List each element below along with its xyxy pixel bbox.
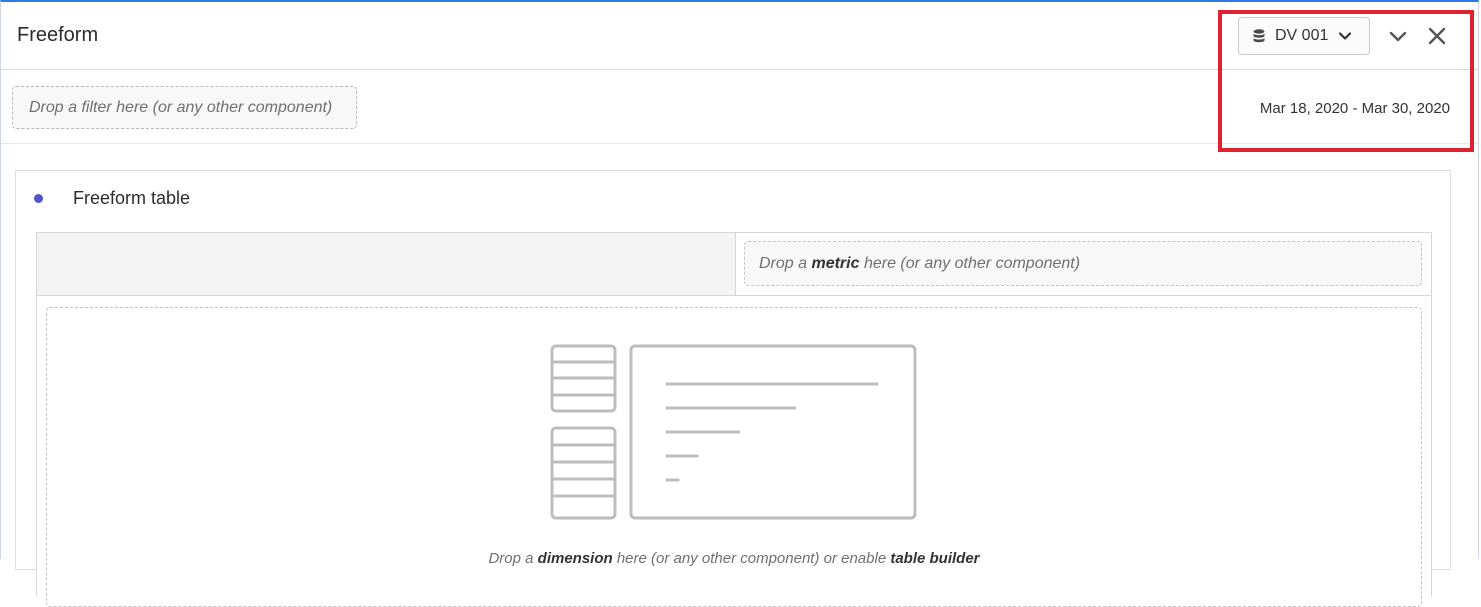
filter-drop-zone[interactable]: Drop a filter here (or any other compone… (12, 86, 357, 129)
metric-drop-zone[interactable]: Drop a metric here (or any other compone… (744, 241, 1422, 286)
close-icon[interactable] (1427, 26, 1447, 46)
freeform-table-visualization: Freeform table Drop a metric here (or an… (15, 170, 1451, 607)
chevron-down-icon (1338, 31, 1352, 41)
panel-header: Freeform DV 001 (1, 2, 1478, 70)
metric-column-area: Drop a metric here (or any other compone… (736, 233, 1431, 295)
panel-title: Freeform (17, 24, 99, 46)
table-body: Drop a dimension here (or any other comp… (36, 296, 1432, 607)
freeform-panel: Freeform DV 001 Drop a filter here (or a… (0, 0, 1479, 607)
panel-filter-row: Drop a filter here (or any other compone… (1, 70, 1478, 144)
data-view-label: DV 001 (1275, 27, 1329, 44)
metric-drop-suffix: here (or any other component) (859, 254, 1081, 272)
visualization-status-dot (34, 194, 43, 203)
database-icon (1253, 29, 1265, 43)
collapse-chevron-down-icon[interactable] (1388, 26, 1408, 46)
metric-drop-prefix: Drop a (759, 254, 812, 272)
metric-drop-keyword: metric (811, 254, 860, 272)
visualization-title[interactable]: Freeform table (73, 188, 190, 209)
table-header-row: Drop a metric here (or any other compone… (36, 232, 1432, 296)
data-view-selector[interactable]: DV 001 (1238, 17, 1370, 55)
table-illustration-icon (550, 344, 918, 526)
dimension-drop-zone[interactable]: Drop a dimension here (or any other comp… (46, 307, 1422, 607)
date-range[interactable]: Mar 18, 2020 - Mar 30, 2020 (1260, 100, 1450, 117)
